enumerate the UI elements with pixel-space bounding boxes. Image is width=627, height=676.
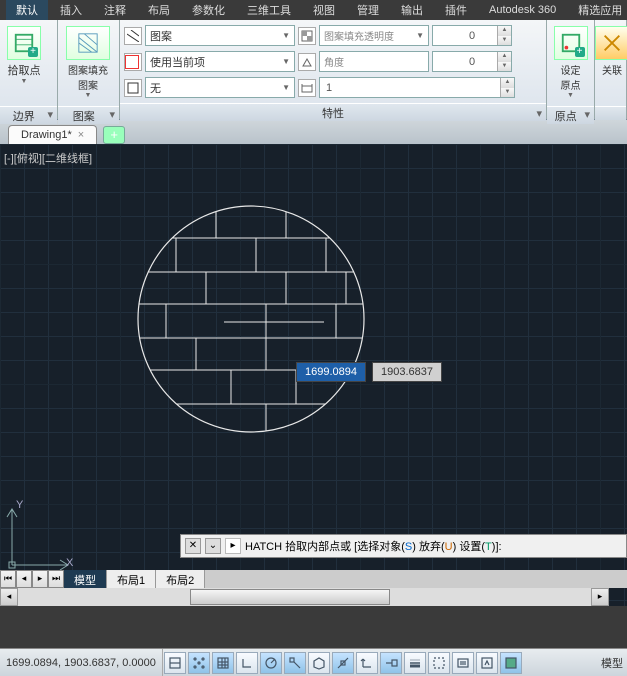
status-model-button[interactable]: [500, 652, 522, 674]
hatch-pattern-button[interactable]: 图案填充 图案 ▼: [62, 24, 114, 102]
status-osnap[interactable]: [284, 652, 306, 674]
command-line[interactable]: ✕ ⌄ ▸ HATCH 拾取内部点或 [选择对象(S) 放弃(U) 设置(T)]…: [180, 534, 627, 558]
pick-points-button[interactable]: + 拾取点 ▼: [4, 24, 44, 102]
status-infer[interactable]: [164, 652, 186, 674]
origin-icon: +: [554, 26, 588, 60]
status-tpy[interactable]: [428, 652, 450, 674]
layout-nav-next[interactable]: ▸: [32, 570, 48, 588]
tab-insert[interactable]: 插入: [50, 0, 92, 20]
ribbon-tabs: 默认 插入 注释 布局 参数化 三维工具 视图 管理 输出 插件 Autodes…: [0, 0, 627, 20]
panel-title-boundary: 边界▾: [0, 106, 57, 124]
status-qp[interactable]: [452, 652, 474, 674]
hatch-pattern-label: 图案填充: [68, 62, 108, 77]
bgcolor-dropdown[interactable]: 无▼: [145, 77, 295, 98]
transparency-icon[interactable]: [298, 27, 316, 45]
command-text: HATCH 拾取内部点或 [选择对象(S) 放弃(U) 设置(T)]:: [245, 538, 502, 554]
view-controls[interactable]: [-][俯视][二维线框]: [4, 150, 92, 166]
ucs-icon[interactable]: Y X: [4, 501, 76, 576]
color-icon[interactable]: [124, 53, 142, 71]
status-ortho[interactable]: [236, 652, 258, 674]
pattern-dropdown[interactable]: 图案▼: [145, 25, 295, 46]
panel-expand-icon[interactable]: ▾: [109, 108, 115, 121]
status-lwt[interactable]: [404, 652, 426, 674]
cmd-options-icon[interactable]: ⌄: [205, 538, 221, 554]
layout-tabs: ⏮ ◂ ▸ ⏭ 模型 布局1 布局2: [0, 570, 627, 588]
dynamic-input: 1699.0894 1903.6837: [296, 362, 442, 382]
tab-manage[interactable]: 管理: [347, 0, 389, 20]
cmd-close-icon[interactable]: ✕: [185, 538, 201, 554]
scale-icon[interactable]: [298, 79, 316, 97]
status-coordinates[interactable]: 1699.0894, 1903.6837, 0.0000: [0, 649, 163, 676]
status-ducs[interactable]: [356, 652, 378, 674]
bgcolor-icon[interactable]: [124, 79, 142, 97]
tab-view[interactable]: 视图: [303, 0, 345, 20]
pick-points-label: 拾取点: [8, 62, 41, 78]
tab-3dtools[interactable]: 三维工具: [237, 0, 301, 20]
associative-button[interactable]: 关联: [599, 24, 625, 102]
document-tab[interactable]: Drawing1* ×: [8, 125, 97, 144]
dropdown-arrow-icon: ▼: [21, 78, 28, 85]
status-sc[interactable]: [476, 652, 498, 674]
associative-icon: [595, 26, 627, 60]
status-bar: 1699.0894, 1903.6837, 0.0000 模型: [0, 648, 627, 676]
pick-points-icon: +: [7, 26, 41, 60]
status-polar[interactable]: [260, 652, 282, 674]
layout-tab-2[interactable]: 布局2: [156, 570, 205, 588]
horizontal-scrollbar[interactable]: ◂ ▸: [0, 588, 609, 606]
plus-icon: +: [28, 47, 38, 57]
panel-title-pattern: 图案▾: [58, 106, 119, 124]
transparency-value[interactable]: 0▲▼: [432, 25, 512, 46]
ribbon: + 拾取点 ▼ 边界▾ 图案填充 图案 ▼ 图案▾: [0, 20, 627, 120]
angle-label: 角度: [319, 51, 429, 72]
angle-value[interactable]: 0▲▼: [432, 51, 512, 72]
status-3dosnap[interactable]: [308, 652, 330, 674]
status-grid[interactable]: [212, 652, 234, 674]
status-space-label[interactable]: 模型: [601, 655, 627, 671]
close-tab-icon[interactable]: ×: [78, 129, 84, 141]
scroll-left-icon[interactable]: ◂: [0, 588, 18, 606]
color-dropdown[interactable]: 使用当前项▼: [145, 51, 295, 72]
tab-default[interactable]: 默认: [6, 0, 48, 20]
tab-parametric[interactable]: 参数化: [182, 0, 235, 20]
layout-nav-prev[interactable]: ◂: [16, 570, 32, 588]
tab-featured[interactable]: 精选应用: [568, 0, 627, 20]
scroll-right-icon[interactable]: ▸: [591, 588, 609, 606]
status-snap[interactable]: [188, 652, 210, 674]
layout-nav-last[interactable]: ⏭: [48, 570, 64, 588]
panel-title-properties: 特性▾: [120, 103, 546, 121]
document-name: Drawing1*: [21, 129, 72, 141]
dynamic-input-y: 1903.6837: [372, 362, 442, 382]
tab-plugins[interactable]: 插件: [435, 0, 477, 20]
set-origin-button[interactable]: + 设定 原点 ▼: [551, 24, 590, 102]
tab-annotate[interactable]: 注释: [94, 0, 136, 20]
scroll-thumb[interactable]: [190, 589, 390, 605]
angle-icon[interactable]: [298, 53, 316, 71]
layout-tab-model[interactable]: 模型: [64, 570, 107, 588]
hatch-type-icon[interactable]: [124, 27, 142, 45]
hatch-pattern-icon: [66, 26, 110, 60]
dropdown-arrow-icon: ▼: [85, 92, 92, 99]
dynamic-input-x[interactable]: 1699.0894: [296, 362, 366, 382]
layout-tab-1[interactable]: 布局1: [107, 570, 156, 588]
layout-nav-first[interactable]: ⏮: [0, 570, 16, 588]
transparency-dropdown[interactable]: 图案填充透明度▼: [319, 25, 429, 46]
tab-layout[interactable]: 布局: [138, 0, 180, 20]
drawing-canvas[interactable]: [-][俯视][二维线框] 1699.0894 1903.6837 Y X: [0, 144, 627, 606]
drawing-content: [136, 204, 366, 434]
new-tab-button[interactable]: +: [103, 126, 125, 144]
panel-title-origin: 原点▾: [547, 106, 594, 124]
cmd-prompt-icon: ▸: [225, 538, 241, 554]
status-dyn[interactable]: [380, 652, 402, 674]
hatch-pattern-sub: 图案: [78, 77, 98, 92]
panel-expand-icon[interactable]: ▾: [47, 108, 53, 121]
tab-output[interactable]: 输出: [391, 0, 433, 20]
scale-value[interactable]: 1▲▼: [319, 77, 515, 98]
status-otrack[interactable]: [332, 652, 354, 674]
tab-a360[interactable]: Autodesk 360: [479, 2, 566, 18]
